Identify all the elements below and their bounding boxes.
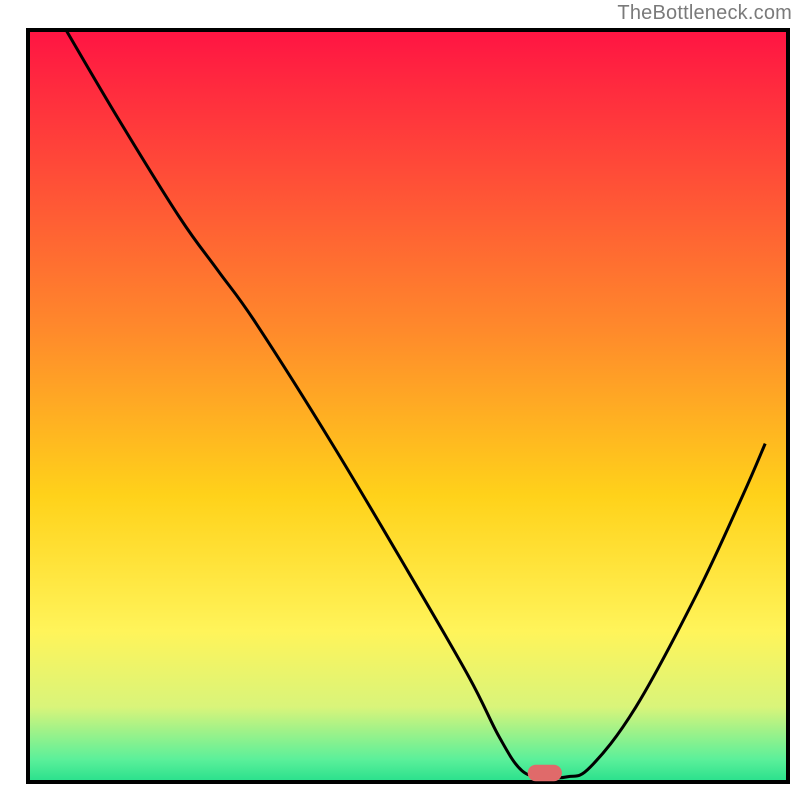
bottleneck-chart bbox=[0, 0, 800, 800]
watermark-text: TheBottleneck.com bbox=[617, 2, 792, 25]
plot-background bbox=[28, 30, 788, 782]
optimal-marker bbox=[528, 765, 562, 782]
chart-container: TheBottleneck.com bbox=[0, 0, 800, 800]
